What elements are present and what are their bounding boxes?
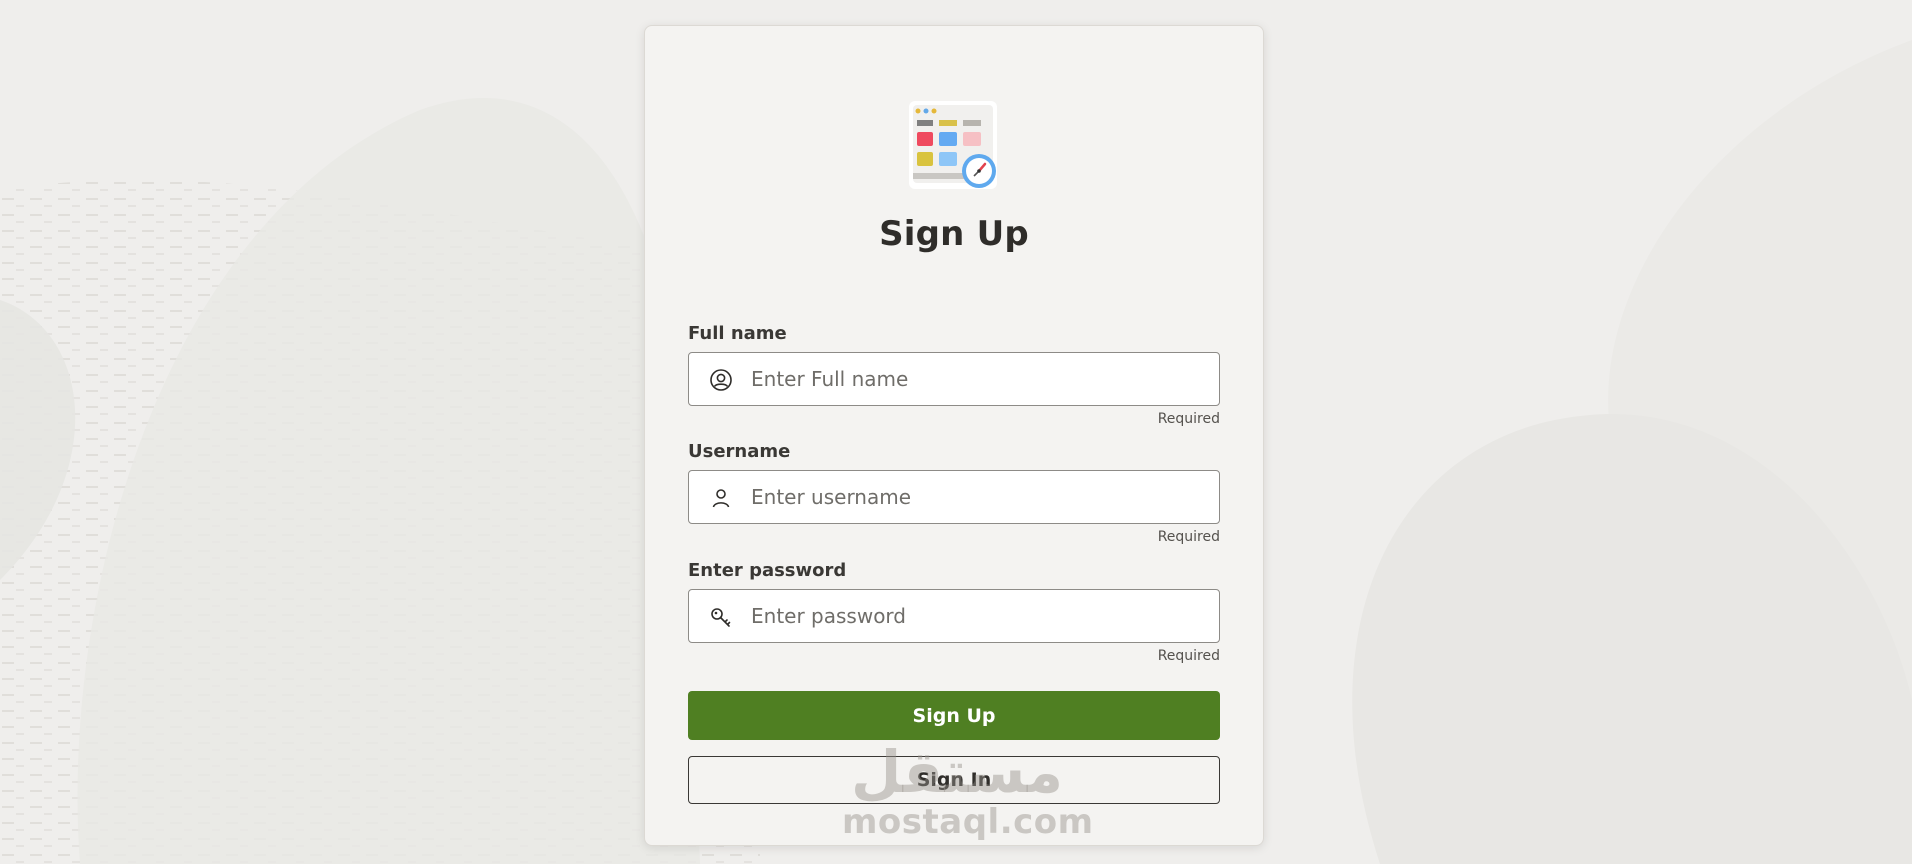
signup-card: Sign Up Full name Required Username Requ…	[644, 25, 1264, 846]
sign-in-button[interactable]: Sign In	[688, 756, 1220, 804]
username-input[interactable]	[751, 471, 1201, 523]
page-title: Sign Up	[879, 214, 1029, 254]
user-icon	[712, 489, 730, 508]
app-logo-icon	[909, 101, 997, 189]
password-required-hint: Required	[1157, 648, 1220, 664]
password-label: Enter password	[688, 560, 847, 581]
username-required-hint: Required	[1157, 529, 1220, 545]
full-name-label: Full name	[688, 323, 787, 344]
password-input[interactable]	[751, 590, 1201, 642]
full-name-input[interactable]	[751, 353, 1201, 405]
username-field[interactable]	[688, 470, 1220, 524]
password-field[interactable]	[688, 589, 1220, 643]
full-name-required-hint: Required	[1157, 411, 1220, 427]
username-label: Username	[688, 441, 791, 462]
sign-up-button[interactable]: Sign Up	[688, 691, 1220, 740]
full-name-field[interactable]	[688, 352, 1220, 406]
user-circle-icon	[710, 369, 732, 391]
key-icon	[711, 608, 731, 627]
